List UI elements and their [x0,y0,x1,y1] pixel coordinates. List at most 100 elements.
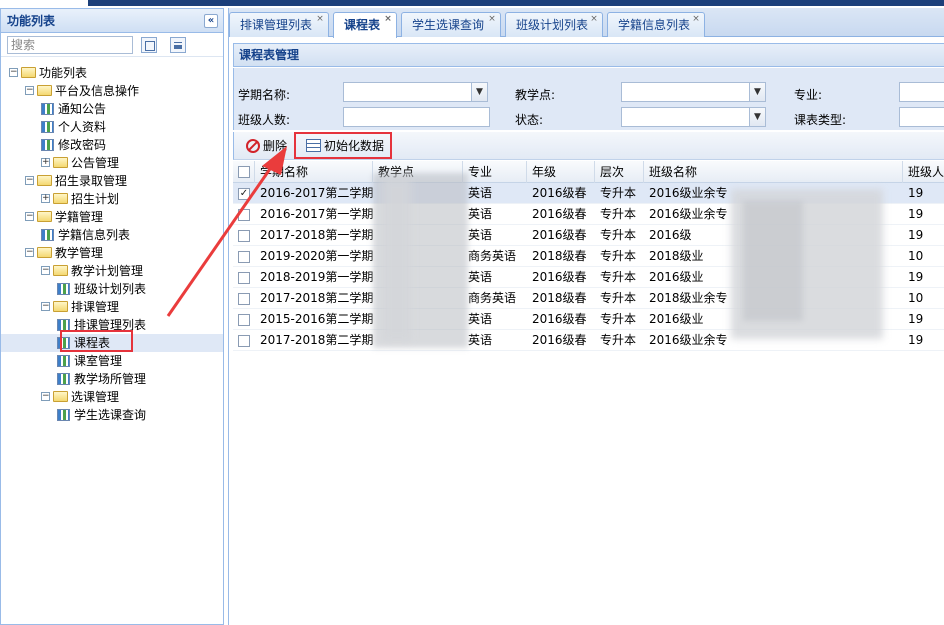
tree-item[interactable]: + 公告管理 [1,154,223,172]
table-cell-semester: 2016-2017第一学期 [260,207,373,221]
row-checkbox[interactable] [238,230,250,242]
table-row[interactable]: 2017-2018第二学期 英语 2016级春 专升本 2016级业余专 19 [233,330,944,351]
collapse-toggle-icon[interactable]: − [41,392,50,401]
tree-item[interactable]: 通知公告 [1,100,223,118]
tree-item[interactable]: 课室管理 [1,352,223,370]
table-cell-level: 专升本 [600,249,637,263]
tab[interactable]: 学生选课查询 × [401,12,501,37]
tree-item[interactable]: − 平台及信息操作 [1,82,223,100]
tree-item[interactable]: 学生选课查询 [1,406,223,424]
folder-icon [37,175,52,186]
site-select[interactable]: ▼ [621,82,766,102]
row-checkbox[interactable] [238,314,250,326]
table-row[interactable]: 2017-2018第一学期 英语 2016级春 专升本 2016级 19 [233,225,944,246]
table-cell-major: 英语 [468,270,493,284]
tree-item[interactable]: − 排课管理 [1,298,223,316]
major-input[interactable] [899,82,944,102]
chevron-down-icon: ▼ [749,83,765,101]
close-tab-icon[interactable]: × [487,14,497,24]
search-input[interactable] [7,36,133,54]
tree-item[interactable]: − 选课管理 [1,388,223,406]
tab[interactable]: 学籍信息列表 × [607,12,705,37]
delete-button-label: 删除 [263,139,288,153]
expand-all-icon[interactable] [141,37,157,53]
table-row[interactable]: ✓ 2016-2017第二学期 英语 2016级春 专升本 2016级业余专 19 [233,183,944,204]
table-cell-class: 2016级业余专 [649,186,728,200]
tree-item[interactable]: 课程表 [1,334,223,352]
tree-item[interactable]: − 学籍管理 [1,208,223,226]
table-cell-semester: 2017-2018第一学期 [260,228,373,242]
grid-header: 学期名称 教学点 专业 年级 层次 班级名称 班级人 [233,161,944,183]
row-checkbox[interactable]: ✓ [238,188,250,200]
page-icon [57,355,70,367]
schedule-type-input[interactable] [899,107,944,127]
row-checkbox[interactable] [238,251,250,263]
tab[interactable]: 排课管理列表 × [229,12,329,37]
table-row[interactable]: 2019-2020第一学期 商务英语 2018级春 专升本 2018级业 10 [233,246,944,267]
table-cell-grade: 2016级春 [532,312,587,326]
delete-button[interactable]: 删除 [246,136,296,156]
function-list-panel: 功能列表 « −功能列表−平台及信息操作通知公告个人资料修改密码+公告管理−招生… [0,8,224,625]
folder-icon [21,67,36,78]
tree-item-label: 教学管理 [55,246,104,260]
tree-item[interactable]: 班级计划列表 [1,280,223,298]
tab[interactable]: 课程表 × [333,12,397,38]
site-label: 教学点: [515,88,556,102]
row-checkbox[interactable] [238,335,250,347]
tab[interactable]: 班级计划列表 × [505,12,603,37]
tree-item-label: 排课管理列表 [74,318,147,332]
schedule-type-label: 课表类型: [794,113,847,127]
tree-item[interactable]: − 功能列表 [1,64,223,82]
column-header[interactable]: 专业 [463,161,527,183]
tree-item[interactable]: − 教学管理 [1,244,223,262]
row-checkbox[interactable] [238,293,250,305]
table-row[interactable]: 2017-2018第二学期 商务英语 2018级春 专升本 2018级业余专 10 [233,288,944,309]
tree-item[interactable]: 个人资料 [1,118,223,136]
column-header[interactable]: 层次 [595,161,644,183]
tree-item[interactable]: − 教学计划管理 [1,262,223,280]
expand-toggle-icon[interactable]: + [41,158,50,167]
collapse-panel-button[interactable]: « [204,14,218,28]
expand-toggle-icon[interactable]: + [41,194,50,203]
collapse-toggle-icon[interactable]: − [25,248,34,257]
row-checkbox[interactable] [238,272,250,284]
init-data-button[interactable]: 初始化数据 [306,136,390,156]
collapse-toggle-icon[interactable]: − [9,68,18,77]
tree-item[interactable]: − 招生录取管理 [1,172,223,190]
page-icon [41,229,54,241]
table-cell-semester: 2015-2016第二学期 [260,312,373,326]
semester-select[interactable]: ▼ [343,82,488,102]
page-icon [41,139,54,151]
collapse-toggle-icon[interactable]: − [41,266,50,275]
close-tab-icon[interactable]: × [315,14,325,24]
column-header[interactable]: 教学点 [373,161,463,183]
tree-item[interactable]: 学籍信息列表 [1,226,223,244]
table-row[interactable]: 2015-2016第二学期 英语 2016级春 专升本 2016级业 19 [233,309,944,330]
close-tab-icon[interactable]: × [589,14,599,24]
table-row[interactable]: 2018-2019第一学期 英语 2016级春 专升本 2016级业 19 [233,267,944,288]
table-row[interactable]: 2016-2017第一学期 英语 2016级春 专升本 2016级业余专 19 [233,204,944,225]
column-header[interactable]: 年级 [527,161,595,183]
close-tab-icon[interactable]: × [691,14,701,24]
status-select[interactable]: ▼ [621,107,766,127]
collapse-toggle-icon[interactable]: − [41,302,50,311]
column-header[interactable]: 班级名称 [644,161,903,183]
tree-item[interactable]: 排课管理列表 [1,316,223,334]
tree-item[interactable]: 修改密码 [1,136,223,154]
tab-strip: 排课管理列表 × 课程表 × 学生选课查询 × 班级计划列表 × 学籍信息列表 × [229,8,944,38]
class-size-input[interactable] [343,107,490,127]
collapse-toggle-icon[interactable]: − [25,176,34,185]
close-tab-icon[interactable]: × [383,14,393,24]
table-cell-semester: 2018-2019第一学期 [260,270,373,284]
tree-item-label: 排课管理 [71,300,120,314]
row-checkbox[interactable] [238,209,250,221]
tree-item[interactable]: 教学场所管理 [1,370,223,388]
column-header[interactable]: 学期名称 [255,161,373,183]
tree-item[interactable]: + 招生计划 [1,190,223,208]
select-all-checkbox[interactable] [238,166,250,178]
collapse-toggle-icon[interactable]: − [25,86,34,95]
list-icon[interactable] [170,37,186,53]
collapse-toggle-icon[interactable]: − [25,212,34,221]
column-header[interactable]: 班级人 [903,161,944,183]
top-banner [0,0,944,6]
